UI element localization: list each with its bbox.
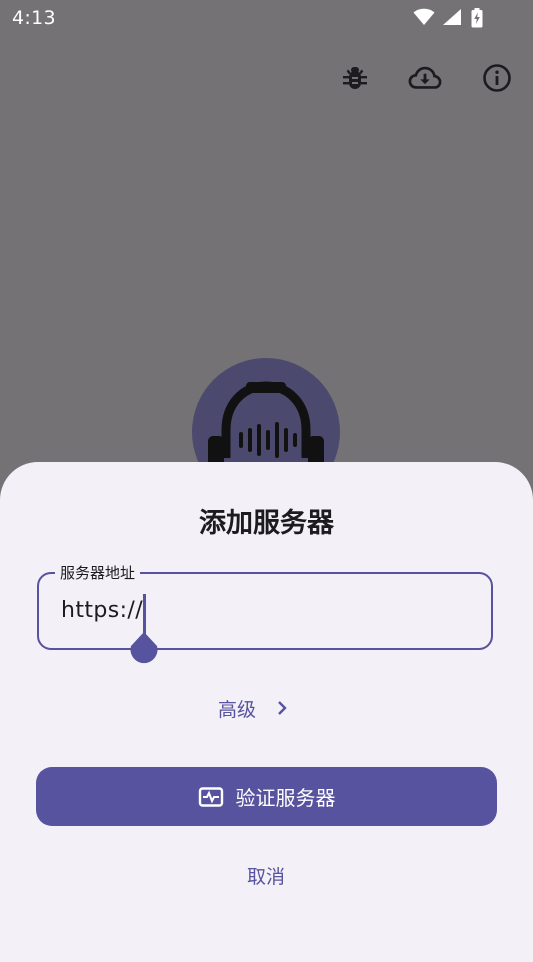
add-server-sheet: 添加服务器 服务器地址 https:// 高级 验证服务器 取消 [0,462,533,962]
status-icons [413,8,493,28]
advanced-toggle[interactable]: 高级 [218,693,290,723]
cursor-handle[interactable] [127,632,161,668]
chevron-right-icon [274,700,290,716]
server-address-input[interactable]: https:// [61,598,143,623]
dialog-title: 添加服务器 [199,508,334,539]
info-button[interactable] [480,61,514,95]
advanced-label: 高级 [218,698,257,721]
battery-charging-icon [471,8,483,28]
status-time: 4:13 [12,7,56,29]
verify-server-label: 验证服务器 [235,786,336,810]
debug-button[interactable] [338,61,372,95]
server-address-label: 服务器地址 [55,562,141,583]
wifi-icon [413,8,435,26]
cloud-download-button[interactable] [408,61,442,95]
verify-server-button[interactable]: 验证服务器 [36,767,497,826]
server-address-field[interactable]: 服务器地址 https:// [37,562,493,664]
status-bar: 4:13 [0,0,533,36]
info-icon [483,64,511,92]
bug-icon [343,67,367,89]
cancel-label: 取消 [246,865,285,888]
cloud-download-icon [408,66,442,89]
monitor-heartbeat-icon [198,786,224,808]
cancel-button[interactable]: 取消 [226,859,306,891]
signal-icon [443,9,461,25]
